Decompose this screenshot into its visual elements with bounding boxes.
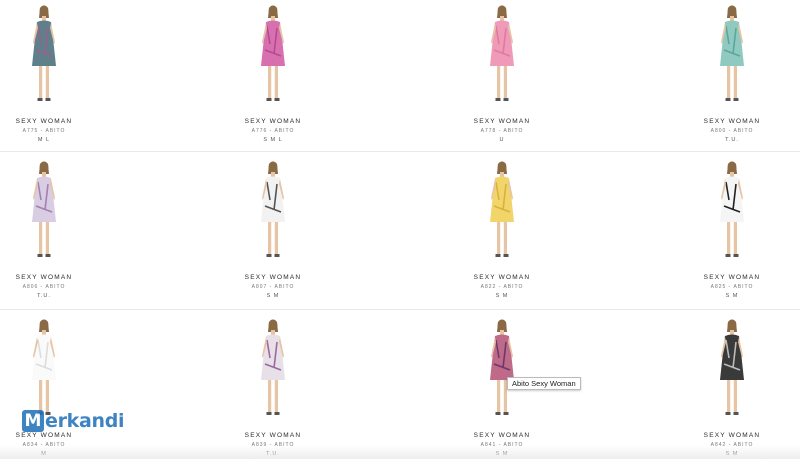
product-grid: SEXY WOMAN A775 - ABITO M L SEXY WOMAN A776… xyxy=(0,0,800,459)
product-brand[interactable]: SEXY WOMAN xyxy=(442,432,562,439)
product-brand[interactable]: SEXY WOMAN xyxy=(672,274,792,281)
bottom-fade xyxy=(0,445,800,459)
product-code: A822 - ABITO xyxy=(480,284,524,290)
product-photo[interactable] xyxy=(472,4,532,108)
product-card[interactable]: SEXY WOMAN A775 - ABITO M L xyxy=(0,4,104,154)
product-sizes: S M xyxy=(495,293,509,299)
merkandi-logo-text: erkandi xyxy=(45,410,125,432)
product-brand[interactable]: SEXY WOMAN xyxy=(672,118,792,125)
product-photo[interactable] xyxy=(472,160,532,264)
product-sizes: T.U. xyxy=(37,293,51,299)
product-code: A806 - ABITO xyxy=(22,284,66,290)
product-code: A825 - ABITO xyxy=(710,284,754,290)
product-photo[interactable] xyxy=(243,4,303,108)
product-card[interactable]: SEXY WOMAN A806 - ABITO T.U. xyxy=(0,160,104,310)
product-code: A775 - ABITO xyxy=(22,128,66,134)
product-tooltip: Abito Sexy Woman xyxy=(507,377,581,390)
merkandi-watermark: M erkandi xyxy=(22,410,125,432)
product-row: SEXY WOMAN A806 - ABITO T.U. SEXY WOMAN A80… xyxy=(0,160,800,310)
product-photo[interactable] xyxy=(14,4,74,108)
product-card[interactable]: SEXY WOMAN A800 - ABITO T.U. xyxy=(672,4,792,154)
product-photo[interactable] xyxy=(14,318,74,422)
product-row: SEXY WOMAN A775 - ABITO M L SEXY WOMAN A776… xyxy=(0,4,800,154)
product-code: A800 - ABITO xyxy=(710,128,754,134)
product-card[interactable]: SEXY WOMAN A825 - ABITO S M xyxy=(672,160,792,310)
product-card[interactable]: SEXY WOMAN A778 - ABITO U xyxy=(442,4,562,154)
product-brand[interactable]: SEXY WOMAN xyxy=(442,118,562,125)
product-sizes: T.U. xyxy=(725,137,739,143)
product-sizes: S M xyxy=(725,293,739,299)
product-brand[interactable]: SEXY WOMAN xyxy=(213,274,333,281)
product-sizes: S M xyxy=(266,293,280,299)
product-sizes: M L xyxy=(37,137,51,143)
product-photo[interactable] xyxy=(702,318,762,422)
product-photo[interactable] xyxy=(243,160,303,264)
product-brand[interactable]: SEXY WOMAN xyxy=(213,432,333,439)
product-brand[interactable]: SEXY WOMAN xyxy=(0,274,104,281)
product-brand[interactable]: SEXY WOMAN xyxy=(442,274,562,281)
product-code: A776 - ABITO xyxy=(251,128,295,134)
merkandi-logo-icon: M xyxy=(22,410,44,432)
product-photo[interactable] xyxy=(243,318,303,422)
product-brand[interactable]: SEXY WOMAN xyxy=(0,118,104,125)
product-brand[interactable]: SEXY WOMAN xyxy=(672,432,792,439)
product-photo[interactable] xyxy=(702,4,762,108)
product-brand[interactable]: SEXY WOMAN xyxy=(213,118,333,125)
product-sizes: U xyxy=(499,137,505,143)
product-photo[interactable] xyxy=(14,160,74,264)
product-card[interactable]: SEXY WOMAN A776 - ABITO S M L xyxy=(213,4,333,154)
product-card[interactable]: SEXY WOMAN A807 - ABITO S M xyxy=(213,160,333,310)
product-brand[interactable]: SEXY WOMAN xyxy=(0,432,104,439)
product-code: A778 - ABITO xyxy=(480,128,524,134)
product-photo[interactable] xyxy=(702,160,762,264)
product-sizes: S M L xyxy=(263,137,283,143)
product-card[interactable]: SEXY WOMAN A822 - ABITO S M xyxy=(442,160,562,310)
product-code: A807 - ABITO xyxy=(251,284,295,290)
product-photo[interactable] xyxy=(472,318,532,422)
